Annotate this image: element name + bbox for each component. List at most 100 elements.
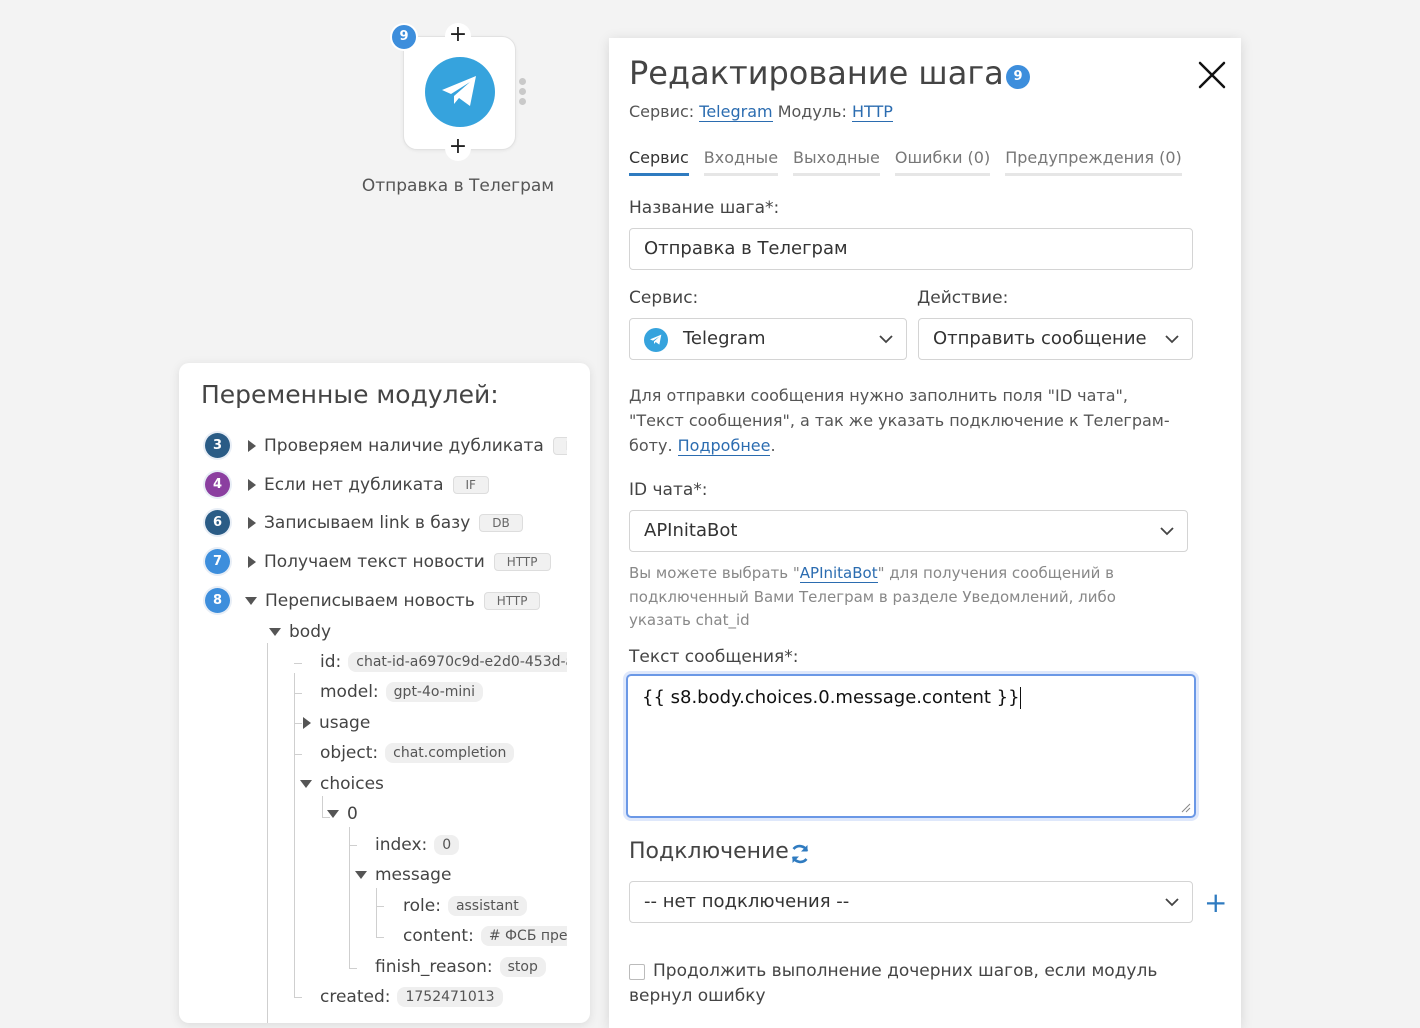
chat-id-value: APInitaBot (644, 520, 738, 541)
step-name-label: Название шага*: (629, 198, 780, 218)
tree-key: model: (320, 682, 379, 702)
telegram-icon (425, 57, 495, 127)
tab-inputs[interactable]: Входные (703, 148, 779, 176)
step-number-badge: 9 (392, 25, 416, 49)
chevron-down-icon (1160, 527, 1174, 536)
chevron-down-icon (879, 335, 893, 344)
tree-key: id: (320, 652, 342, 672)
action-label: Действие: (917, 288, 1009, 308)
module-badge: 7 (205, 549, 230, 574)
tab-errors[interactable]: Ошибки (0) (894, 148, 991, 176)
collapse-arrow-icon[interactable] (300, 780, 312, 788)
module-type-tag: HTTP (483, 591, 541, 610)
drag-handle-icon[interactable] (519, 78, 528, 108)
close-icon[interactable] (1195, 58, 1229, 92)
expand-arrow-icon[interactable] (303, 717, 311, 729)
connection-select[interactable]: -- нет подключения -- (629, 881, 1193, 923)
editor-subtitle: Сервис: Telegram Модуль: HTTP (629, 102, 893, 122)
module-label: Проверяем наличие дубликата (264, 435, 544, 456)
variables-tree: Переменные модулей: 3 Проверяем наличие … (179, 363, 567, 1023)
tree-node-finish-reason[interactable]: finish_reason: stop (375, 957, 546, 977)
continue-on-error-label: Продолжить выполнение дочерних шагов, ес… (629, 961, 1158, 1006)
service-select[interactable]: Telegram (629, 318, 907, 360)
module-label: Получаем текст новости (264, 551, 485, 572)
tree-node-content[interactable]: content: # ФСБ пре, (403, 926, 567, 946)
module-link[interactable]: HTTP (851, 102, 893, 122)
tree-value[interactable]: chat.completion (385, 743, 515, 763)
tree-node-role[interactable]: role: assistant (403, 896, 527, 916)
tree-node-id[interactable]: id: chat-id-a6970c9d-e2d0-453d-a (320, 652, 567, 672)
add-step-below-button[interactable]: + (445, 135, 471, 161)
telegram-step-node[interactable] (403, 36, 516, 150)
add-step-above-button[interactable]: + (445, 23, 471, 49)
continue-on-error-checkbox[interactable] (629, 964, 645, 980)
service-link[interactable]: Telegram (699, 102, 773, 122)
tree-value[interactable]: chat-id-a6970c9d-e2d0-453d-a (348, 652, 567, 672)
tree-value[interactable]: stop (499, 957, 546, 977)
tree-key: content: (403, 926, 474, 946)
expand-arrow-icon[interactable] (248, 516, 256, 529)
collapse-arrow-icon[interactable] (245, 596, 257, 605)
apinitabot-link[interactable]: APInitaBot (799, 564, 878, 583)
tree-value[interactable]: assistant (447, 896, 527, 916)
tree-node-usage[interactable]: usage (303, 713, 370, 733)
tree-node-object[interactable]: object: chat.completion (320, 743, 515, 763)
chevron-down-icon (1165, 335, 1179, 344)
tree-key: 0 (347, 804, 358, 824)
service-select-value: Telegram (683, 328, 766, 349)
tree-node-choice-0[interactable]: 0 (327, 804, 358, 824)
collapse-arrow-icon[interactable] (269, 628, 281, 636)
tree-node-body[interactable]: body (269, 622, 331, 642)
step-name-input[interactable]: Отправка в Телеграм (629, 228, 1193, 270)
tab-service[interactable]: Сервис (629, 148, 689, 176)
module-type-tag: IF (452, 475, 489, 494)
action-select-value: Отправить сообщение (933, 328, 1147, 349)
expand-arrow-icon[interactable] (248, 439, 256, 452)
module-type-tag: DB (479, 513, 523, 532)
tree-value[interactable]: # ФСБ пре, (480, 926, 567, 946)
tree-key: choices (320, 774, 384, 794)
tree-node-model[interactable]: model: gpt-4o-mini (320, 682, 484, 702)
refresh-icon[interactable] (789, 843, 811, 869)
module-row-6[interactable]: 6 Записываем link в базу DB (205, 510, 523, 535)
collapse-arrow-icon[interactable] (355, 871, 367, 879)
tab-outputs[interactable]: Выходные (793, 148, 880, 176)
tree-key: finish_reason: (375, 957, 493, 977)
text-cursor (1019, 687, 1022, 709)
tree-key: created: (320, 987, 391, 1007)
tree-value[interactable]: gpt-4o-mini (385, 682, 484, 702)
chat-id-select[interactable]: APInitaBot (629, 510, 1188, 552)
module-row-4[interactable]: 4 Если нет дубликата IF (205, 472, 489, 497)
tab-warnings[interactable]: Предупреждения (0) (1005, 148, 1182, 176)
module-row-7[interactable]: 7 Получаем текст новости HTTP (205, 549, 551, 574)
more-info-link[interactable]: Подробнее (677, 436, 771, 456)
expand-arrow-icon[interactable] (248, 478, 256, 491)
module-label: Переписываем новость (265, 590, 475, 611)
add-connection-button[interactable]: + (1204, 886, 1227, 919)
expand-arrow-icon[interactable] (248, 555, 256, 568)
module-row-3[interactable]: 3 Проверяем наличие дубликата DB (205, 433, 567, 458)
tree-node-message[interactable]: message (355, 865, 451, 885)
resize-handle-icon[interactable] (1181, 803, 1191, 813)
module-row-8[interactable]: 8 Переписываем новость HTTP (205, 588, 541, 613)
module-type-tag: DB (552, 436, 567, 455)
connection-title: Подключение (629, 839, 789, 864)
action-select[interactable]: Отправить сообщение (918, 318, 1193, 360)
module-label: Записываем link в базу (264, 512, 471, 533)
step-editor-panel: Редактирование шага 9 Сервис: Telegram М… (609, 38, 1241, 1028)
tree-node-choices[interactable]: choices (300, 774, 384, 794)
tree-node-index[interactable]: index: 0 (375, 835, 460, 855)
tree-node-created[interactable]: created: 1752471013 (320, 987, 503, 1007)
tree-value[interactable]: 1752471013 (397, 987, 503, 1007)
collapse-arrow-icon[interactable] (327, 810, 339, 818)
module-type-tag: HTTP (493, 552, 551, 571)
module-prefix: Модуль: (777, 102, 847, 121)
service-label: Сервис: (629, 288, 699, 308)
editor-title: Редактирование шага (629, 54, 1004, 92)
tree-key: object: (320, 743, 379, 763)
tree-key: usage (319, 713, 371, 733)
message-textarea[interactable]: {{ s8.body.choices.0.message.content }} (626, 674, 1196, 818)
tree-value[interactable]: 0 (434, 835, 460, 855)
help-line-2: "Текст сообщения", а так же указать подк… (629, 411, 1170, 430)
telegram-icon (644, 328, 668, 352)
